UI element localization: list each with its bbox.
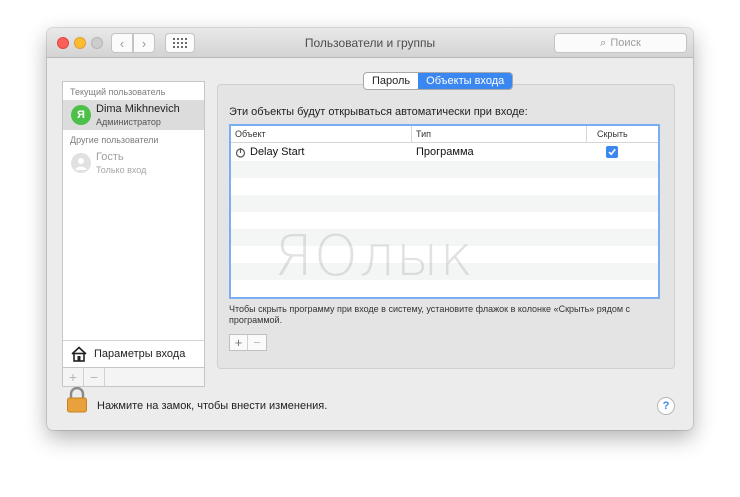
lock-message: Нажмите на замок, чтобы внести изменения… bbox=[97, 400, 328, 412]
item-name: Delay Start bbox=[250, 146, 305, 158]
avatar: Я bbox=[71, 105, 91, 125]
table-row[interactable]: Delay Start Программа bbox=[231, 144, 658, 161]
search-placeholder: Поиск bbox=[610, 37, 641, 49]
login-items-hint: Чтобы скрыть программу при входе в систе… bbox=[229, 304, 631, 325]
login-options-button[interactable]: Параметры входа bbox=[63, 340, 204, 367]
column-header-type[interactable]: Тип bbox=[416, 129, 431, 139]
login-items-add-remove: + − bbox=[229, 334, 267, 351]
user-row-current[interactable]: Я Dima Mikhnevich Администратор bbox=[63, 100, 204, 130]
item-name-cell: Delay Start bbox=[235, 146, 304, 158]
user-name: Гость bbox=[96, 151, 124, 163]
preferences-window: ‹ › Пользователи и группы ⌕ Поиск Текущи… bbox=[47, 28, 693, 430]
column-header-hide[interactable]: Скрыть bbox=[597, 129, 628, 139]
login-items-intro: Эти объекты будут открываться автоматиче… bbox=[229, 106, 528, 118]
remove-user-button[interactable]: − bbox=[84, 368, 105, 386]
help-button[interactable]: ? bbox=[657, 397, 675, 415]
watermark-logo: ЯOлык bbox=[274, 224, 474, 289]
guest-avatar-icon bbox=[71, 153, 91, 173]
item-type: Программа bbox=[416, 146, 474, 158]
add-user-button[interactable]: + bbox=[63, 368, 84, 386]
power-icon bbox=[235, 147, 246, 158]
sidebar-add-remove: + − bbox=[62, 368, 205, 387]
user-role: Только вход bbox=[96, 165, 147, 175]
tab-login-items[interactable]: Объекты входа bbox=[418, 73, 513, 89]
other-users-section-label: Другие пользователи bbox=[70, 135, 159, 145]
hide-checkbox[interactable] bbox=[606, 146, 618, 158]
column-header-object[interactable]: Объект bbox=[235, 129, 266, 139]
title-bar: ‹ › Пользователи и группы ⌕ Поиск bbox=[47, 28, 693, 58]
lock-icon[interactable] bbox=[66, 386, 88, 413]
login-items-table[interactable]: Объект Тип Скрыть Delay Start Программа bbox=[229, 124, 660, 299]
tab-bar: Пароль Объекты входа bbox=[363, 72, 514, 90]
users-sidebar: Текущий пользователь Я Dima Mikhnevich А… bbox=[62, 81, 205, 368]
add-login-item-button[interactable]: + bbox=[230, 335, 248, 350]
user-name: Dima Mikhnevich bbox=[96, 103, 180, 115]
user-role: Администратор bbox=[96, 117, 161, 127]
tab-password[interactable]: Пароль bbox=[364, 73, 418, 89]
table-header: Объект Тип Скрыть bbox=[231, 126, 658, 143]
house-icon bbox=[70, 346, 88, 362]
current-user-section-label: Текущий пользователь bbox=[70, 87, 166, 97]
search-field[interactable]: ⌕ Поиск bbox=[554, 33, 687, 53]
login-options-label: Параметры входа bbox=[94, 348, 186, 360]
user-row-guest[interactable]: Гость Только вход bbox=[63, 148, 204, 178]
remove-login-item-button[interactable]: − bbox=[248, 335, 266, 350]
search-icon: ⌕ bbox=[600, 36, 607, 49]
